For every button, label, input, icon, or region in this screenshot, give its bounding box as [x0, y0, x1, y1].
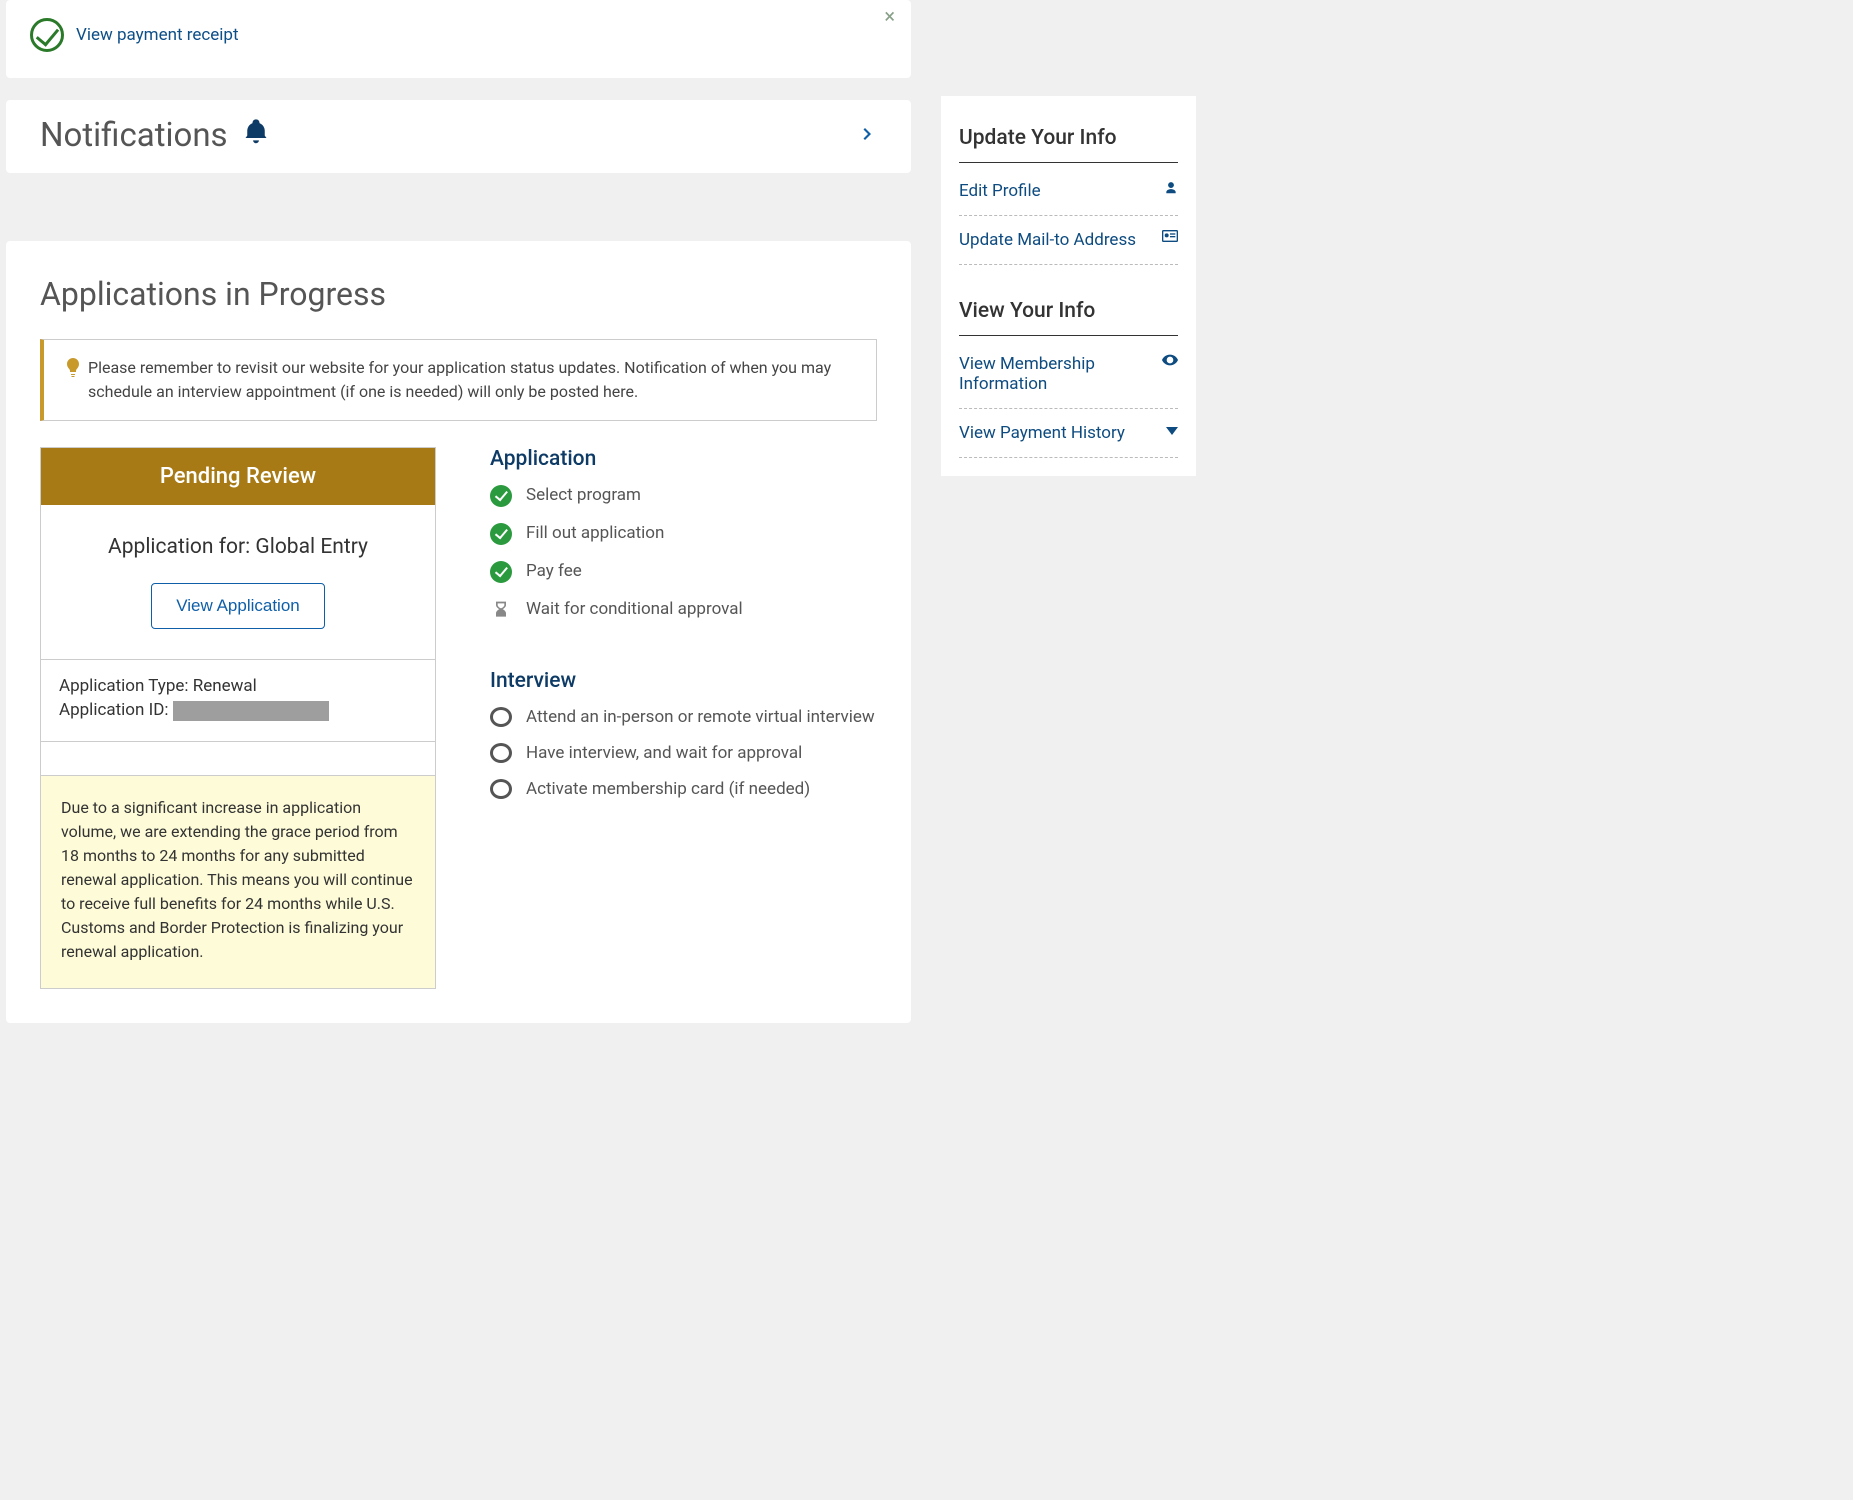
- sidebar-link-label: View Membership Information: [959, 354, 1162, 394]
- status-spacer: [41, 742, 435, 776]
- interview-steps-heading: Interview: [490, 669, 877, 693]
- step-item: Fill out application: [490, 523, 877, 545]
- application-type-value: Renewal: [193, 676, 257, 696]
- application-steps: Application Select program Fill out appli…: [490, 447, 877, 989]
- reminder-text: Please remember to revisit our website f…: [88, 356, 854, 404]
- application-steps-heading: Application: [490, 447, 877, 471]
- sidebar-link-edit-profile[interactable]: Edit Profile: [959, 167, 1178, 216]
- applications-section: Applications in Progress Please remember…: [6, 241, 911, 1023]
- caret-icon: [1166, 423, 1178, 439]
- sidebar-link-label: Edit Profile: [959, 181, 1041, 201]
- step-label: Activate membership card (if needed): [526, 779, 810, 799]
- application-for-label: Application for:: [108, 535, 250, 559]
- sidebar-link-label: Update Mail-to Address: [959, 230, 1136, 250]
- application-type-label: Application Type:: [59, 676, 189, 696]
- check-icon: [490, 561, 512, 583]
- status-badge: Pending Review: [41, 448, 435, 505]
- applications-heading: Applications in Progress: [40, 275, 877, 313]
- circle-icon: [490, 707, 512, 727]
- step-label: Pay fee: [526, 561, 582, 581]
- reminder-tip: Please remember to revisit our website f…: [40, 339, 877, 421]
- step-label: Fill out application: [526, 523, 664, 543]
- application-id-label: Application ID:: [59, 700, 169, 720]
- circle-icon: [490, 779, 512, 799]
- view-application-button[interactable]: View Application: [151, 583, 325, 629]
- check-circle-icon: [30, 18, 64, 52]
- chevron-right-icon[interactable]: [859, 120, 877, 152]
- step-label: Have interview, and wait for approval: [526, 743, 802, 763]
- payment-success-alert: View payment receipt ×: [6, 0, 911, 78]
- sidebar: Update Your Info Edit Profile Update Mail…: [941, 96, 1196, 476]
- view-receipt-link[interactable]: View payment receipt: [76, 25, 239, 45]
- close-icon[interactable]: ×: [884, 4, 895, 28]
- step-label: Attend an in-person or remote virtual in…: [526, 707, 875, 727]
- step-item: Activate membership card (if needed): [490, 779, 877, 799]
- sidebar-link-label: View Payment History: [959, 423, 1125, 443]
- step-item: Select program: [490, 485, 877, 507]
- grace-period-notice: Due to a significant increase in applica…: [41, 776, 435, 988]
- application-id-redacted: [173, 701, 329, 721]
- step-label: Select program: [526, 485, 641, 505]
- sidebar-link-update-mail-to-address[interactable]: Update Mail-to Address: [959, 216, 1178, 265]
- view-info-heading: View Your Info: [959, 299, 1178, 336]
- step-item: Wait for conditional approval: [490, 599, 877, 621]
- circle-icon: [490, 743, 512, 763]
- application-for-value: Global Entry: [255, 535, 368, 559]
- check-icon: [490, 485, 512, 507]
- step-label: Wait for conditional approval: [526, 599, 743, 619]
- sidebar-link-view-membership-information[interactable]: View Membership Information: [959, 340, 1178, 409]
- sidebar-link-view-payment-history[interactable]: View Payment History: [959, 409, 1178, 458]
- user-icon: [1164, 181, 1178, 199]
- notifications-heading: Notifications: [40, 116, 228, 155]
- bell-icon: [242, 116, 270, 155]
- lightbulb-icon: [66, 358, 80, 404]
- application-status-card: Pending Review Application for: Global E…: [40, 447, 436, 989]
- notifications-card[interactable]: Notifications: [6, 100, 911, 173]
- step-item: Attend an in-person or remote virtual in…: [490, 707, 877, 727]
- hourglass-icon: [490, 599, 512, 621]
- step-item: Have interview, and wait for approval: [490, 743, 877, 763]
- eye-icon: [1162, 354, 1178, 370]
- step-item: Pay fee: [490, 561, 877, 583]
- update-info-heading: Update Your Info: [959, 126, 1178, 163]
- card-icon: [1162, 230, 1178, 246]
- check-icon: [490, 523, 512, 545]
